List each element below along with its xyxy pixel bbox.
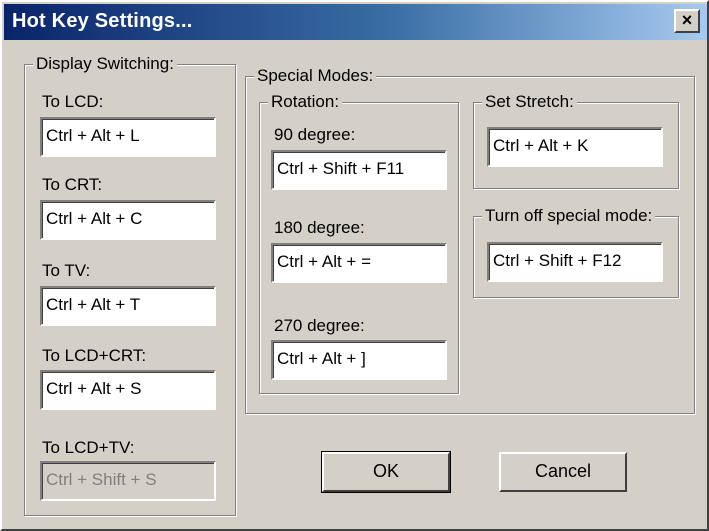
hot-key-settings-dialog: Hot Key Settings... × Display Switching:… bbox=[0, 0, 709, 531]
special-modes-legend: Special Modes: bbox=[254, 66, 377, 86]
to-lcd-hotkey-field[interactable]: Ctrl + Alt + L bbox=[40, 117, 216, 157]
window-title: Hot Key Settings... bbox=[12, 10, 193, 32]
close-icon: × bbox=[681, 10, 693, 30]
to-lcd-tv-label: To LCD+TV: bbox=[42, 438, 135, 457]
to-crt-label: To CRT: bbox=[42, 175, 103, 194]
to-crt-hotkey-field[interactable]: Ctrl + Alt + C bbox=[40, 200, 216, 240]
to-tv-hotkey-field[interactable]: Ctrl + Alt + T bbox=[40, 286, 216, 326]
title-bar[interactable]: Hot Key Settings... × bbox=[4, 4, 707, 40]
rotation-270-label: 270 degree: bbox=[274, 316, 365, 335]
to-tv-label: To TV: bbox=[42, 261, 91, 280]
set-stretch-hotkey-field[interactable]: Ctrl + Alt + K bbox=[487, 127, 663, 167]
rotation-180-label: 180 degree: bbox=[274, 218, 365, 237]
set-stretch-legend: Set Stretch: bbox=[482, 92, 577, 112]
rotation-90-label: 90 degree: bbox=[274, 125, 356, 144]
turn-off-special-mode-hotkey-field[interactable]: Ctrl + Shift + F12 bbox=[487, 242, 663, 282]
ok-button[interactable]: OK bbox=[321, 451, 451, 493]
rotation-legend: Rotation: bbox=[268, 92, 343, 112]
to-lcd-crt-hotkey-field[interactable]: Ctrl + Alt + S bbox=[40, 370, 216, 410]
display-switching-legend: Display Switching: bbox=[33, 54, 177, 74]
close-button[interactable]: × bbox=[674, 9, 700, 33]
turn-off-special-mode-legend: Turn off special mode: bbox=[482, 206, 656, 226]
cancel-button[interactable]: Cancel bbox=[499, 452, 627, 492]
to-lcd-tv-hotkey-field: Ctrl + Shift + S bbox=[40, 461, 216, 501]
to-lcd-crt-label: To LCD+CRT: bbox=[42, 346, 147, 365]
rotation-270-hotkey-field[interactable]: Ctrl + Alt + ] bbox=[271, 340, 447, 380]
to-lcd-label: To LCD: bbox=[42, 92, 104, 111]
rotation-90-hotkey-field[interactable]: Ctrl + Shift + F11 bbox=[271, 150, 447, 190]
rotation-180-hotkey-field[interactable]: Ctrl + Alt + = bbox=[271, 243, 447, 283]
